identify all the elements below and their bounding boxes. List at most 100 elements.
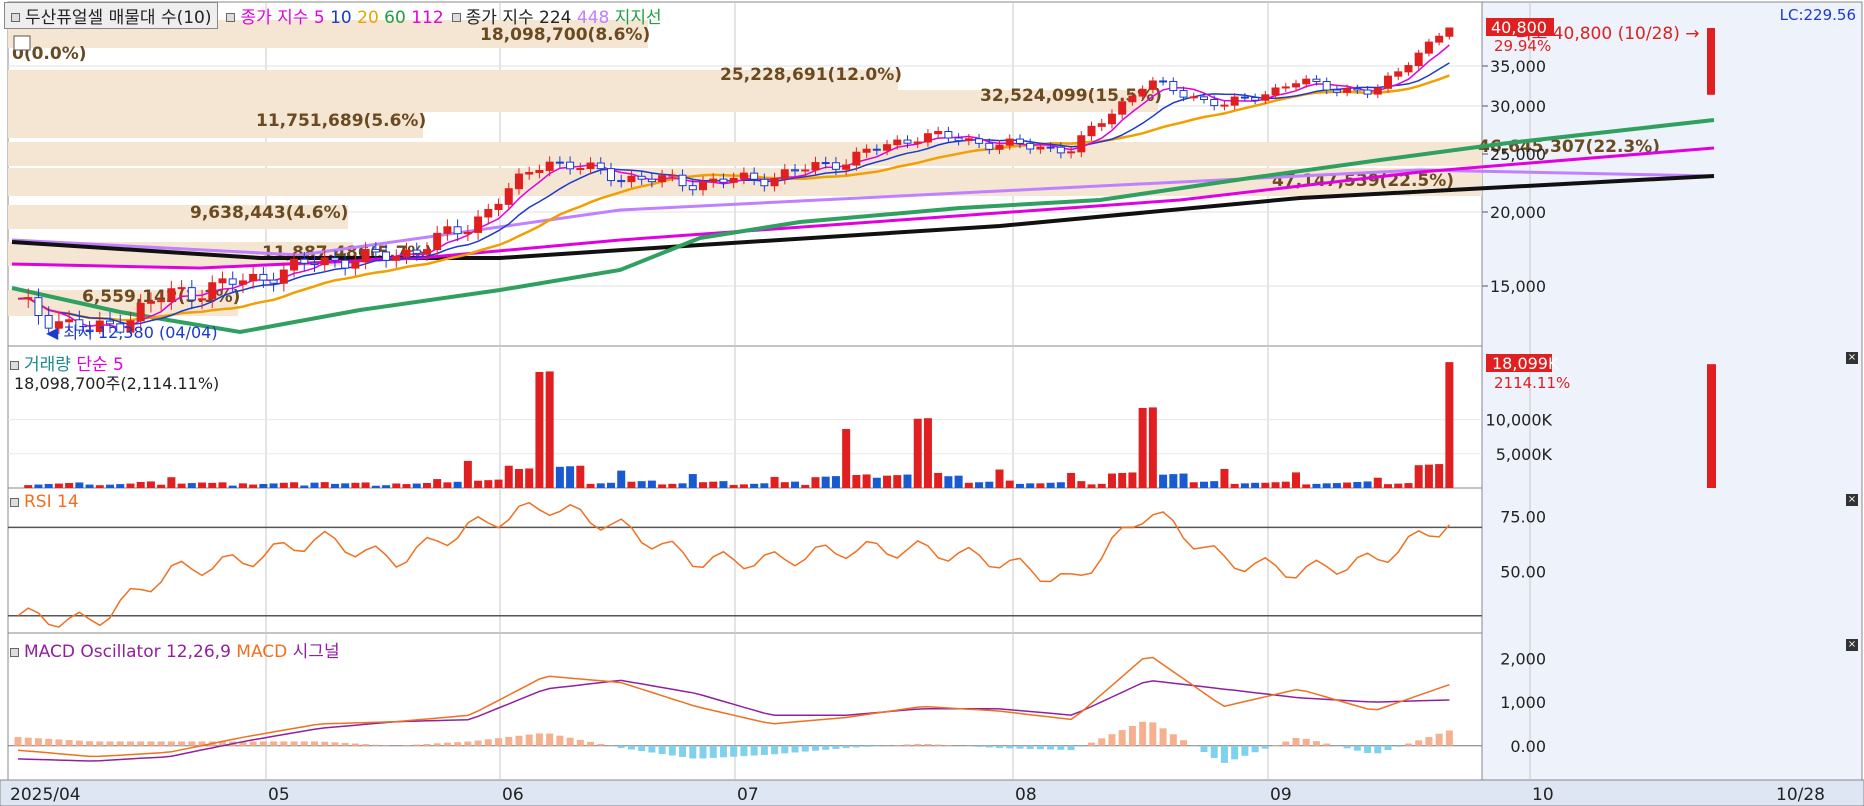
candle-body	[872, 148, 881, 151]
volume-bar	[1220, 468, 1229, 488]
volume-bar	[699, 482, 708, 488]
volume-bar	[985, 481, 994, 488]
volume-bar	[811, 477, 820, 488]
volume-close-icon[interactable]: ×	[1846, 352, 1858, 364]
volume-bar	[1230, 483, 1239, 488]
rsi-legend[interactable]: RSI 14	[10, 492, 79, 512]
macd-osc-bar	[321, 741, 329, 746]
candle-body	[474, 216, 483, 233]
volume-bar	[514, 469, 523, 488]
candle-body	[954, 137, 963, 142]
volume-bar	[1353, 481, 1362, 488]
candle-body	[34, 297, 43, 316]
macd-osc-bar	[863, 745, 871, 747]
macd-osc-bar	[1047, 745, 1055, 750]
candle-body	[1107, 113, 1116, 125]
volume-bar	[944, 476, 953, 488]
candle-body	[402, 249, 411, 258]
macd-osc-bar	[1302, 738, 1310, 746]
candle-body	[1077, 135, 1086, 153]
volume-bar	[1189, 482, 1198, 488]
macd-osc-bar	[372, 744, 380, 746]
candle-body	[208, 282, 217, 300]
candle-body	[964, 138, 973, 142]
price-badge: 40,800	[1491, 18, 1547, 37]
volume-bar	[821, 476, 830, 488]
macd-osc-bar	[709, 745, 717, 758]
volume-bar	[1261, 482, 1270, 488]
macd-osc-bar	[1128, 725, 1136, 746]
volume-bar	[1424, 464, 1433, 488]
volume-bar	[392, 483, 401, 488]
candle-body	[658, 175, 667, 183]
macd-title: MACD	[236, 642, 288, 662]
macd-osc-bar	[750, 745, 758, 756]
volume-bar	[44, 483, 53, 488]
rsi-tick-label: 75.00	[1500, 507, 1546, 526]
volume-bar	[1005, 480, 1014, 488]
volume-bar	[719, 481, 728, 488]
candle-body	[290, 258, 299, 271]
macd-osc-bar	[658, 745, 666, 754]
change-pct: 29.94%	[1494, 37, 1551, 55]
candle-body	[514, 173, 523, 190]
macd-osc-bar	[147, 741, 155, 746]
candle-body	[637, 175, 646, 180]
candle-body	[1210, 99, 1219, 107]
volume-bar	[1118, 473, 1127, 488]
macd-osc-bar	[454, 742, 462, 746]
candle-body	[463, 231, 472, 235]
volume-bar	[831, 476, 840, 488]
volume-bar	[801, 484, 810, 488]
volume-bar	[1179, 473, 1188, 488]
candle-body	[1414, 52, 1423, 67]
chart-canvas[interactable]: 0(0.0%)18,098,700(8.6%)25,228,691(12.0%)…	[0, 0, 1864, 806]
volume-bar	[351, 482, 360, 488]
macd-osc-bar	[903, 744, 911, 746]
volume-bar	[1343, 482, 1352, 488]
volume-bar	[187, 483, 196, 488]
macd-close-icon[interactable]: ×	[1846, 639, 1858, 651]
macd-osc-bar	[1036, 745, 1044, 750]
stock-name-box[interactable]: 두산퓨얼셀 매물대 수(10)	[4, 1, 219, 29]
candle-body	[525, 171, 534, 175]
macd-osc-bar	[842, 745, 850, 749]
stock-name: 두산퓨얼셀 매물대 수(10)	[25, 7, 212, 28]
macd-osc-bar	[86, 741, 94, 746]
ma-legend[interactable]: 종가 지수 5 10 20 60 112	[226, 3, 444, 28]
macd-legend[interactable]: MACD Oscillator 12,26,9 MACD 시그널	[10, 637, 340, 662]
volume-bar	[658, 484, 667, 488]
candle-body	[944, 131, 953, 139]
volume-bar	[1445, 362, 1454, 488]
macd-osc-bar	[1057, 745, 1065, 750]
candle-body	[831, 162, 840, 170]
macd-osc-bar	[1272, 745, 1280, 746]
macd-osc-bar	[1006, 745, 1014, 749]
rsi-close-icon[interactable]: ×	[1846, 494, 1858, 506]
macd-osc-bar	[413, 744, 421, 746]
macd-osc-bar	[975, 745, 983, 747]
candle-body	[453, 226, 462, 235]
macd-osc-bar	[535, 733, 543, 746]
macd-osc-bar	[525, 734, 533, 746]
macd-osc-bar	[1323, 743, 1331, 746]
volume-bar	[341, 483, 350, 488]
volume-bar	[596, 483, 605, 488]
macd-osc-bar	[443, 742, 451, 746]
macd-osc-bar	[576, 739, 584, 746]
volume-bar	[975, 482, 984, 488]
volume-bar-last	[1707, 364, 1716, 488]
lc-label: LC:229.56	[1780, 6, 1856, 24]
volume-bar	[555, 466, 564, 488]
legend-square-icon	[10, 497, 19, 507]
x-tick-label: 09	[1270, 785, 1292, 805]
macd-osc-title: MACD Oscillator 12,26,9	[24, 642, 231, 662]
candle-body	[1445, 27, 1454, 37]
volume-bar	[1128, 472, 1137, 488]
candle-body	[1261, 94, 1270, 101]
macd-osc-bar	[116, 741, 124, 746]
candle-body-last	[1707, 28, 1715, 95]
candle-body	[422, 249, 431, 254]
volume-bar	[1363, 481, 1372, 488]
ma2-legend[interactable]: 종가 지수 224 448 지지선	[451, 3, 662, 28]
